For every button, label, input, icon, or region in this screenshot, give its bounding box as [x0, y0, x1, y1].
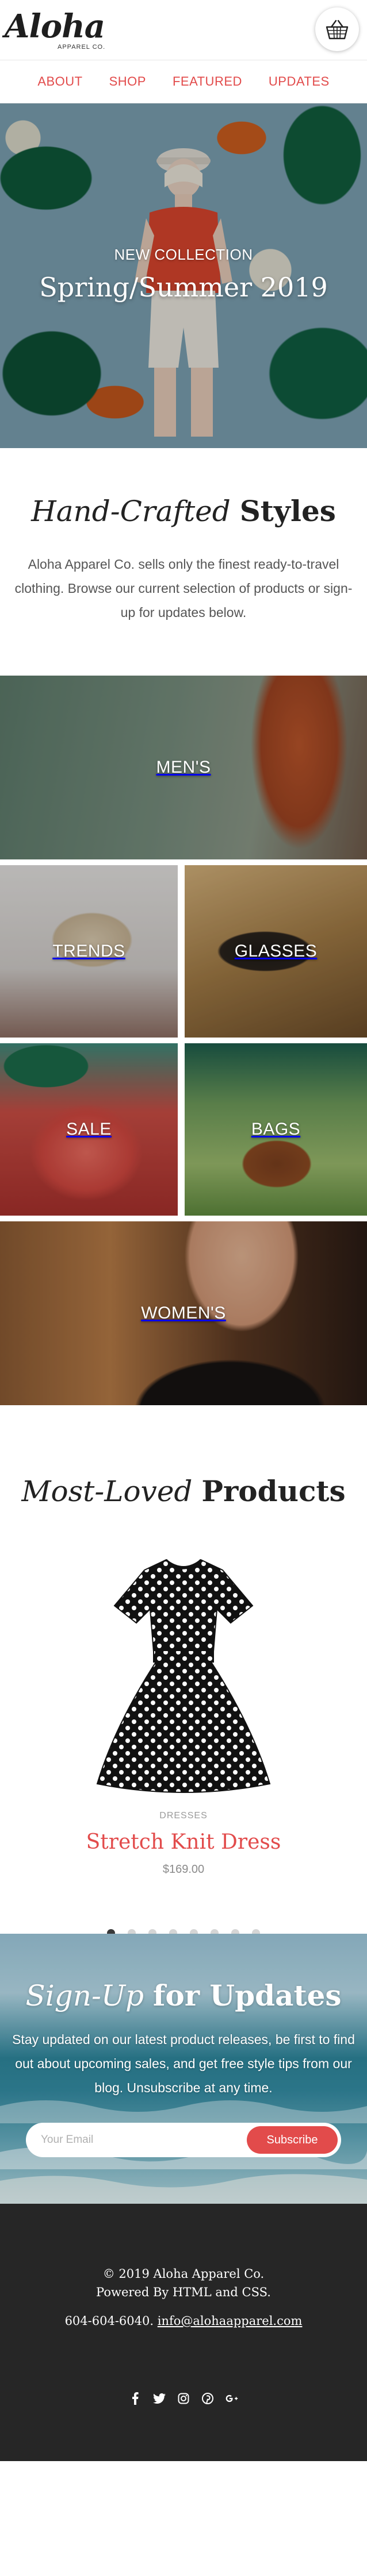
category-tile-glasses[interactable]: GLASSES: [185, 865, 367, 1038]
brand-logo[interactable]: Aloha APPAREL CO.: [5, 9, 120, 55]
basket-icon: [326, 20, 349, 40]
category-tile-mens[interactable]: MEN'S: [0, 676, 367, 859]
product-name[interactable]: Stretch Knit Dress: [0, 1830, 367, 1854]
signup-heading-bold: for Updates: [152, 1979, 342, 2012]
signup-section: Sign-Up for Updates Stay updated on our …: [0, 1934, 367, 2204]
category-label-trends: TRENDS: [52, 942, 125, 961]
hero-kicker: NEW COLLECTION: [114, 246, 253, 263]
products-heading-italic: Most-Loved: [21, 1475, 193, 1508]
category-tile-womens[interactable]: WOMEN'S: [0, 1221, 367, 1405]
dress-image: [96, 1559, 271, 1793]
hero-caption: NEW COLLECTION Spring/Summer 2019: [0, 246, 367, 303]
social-links: [0, 2392, 367, 2405]
intro-heading: Hand-Crafted Styles: [0, 494, 367, 528]
nav-item-about[interactable]: ABOUT: [37, 74, 82, 89]
intro-heading-bold: Styles: [239, 494, 336, 528]
intro-heading-italic: Hand-Crafted: [31, 495, 231, 528]
products-section: Most-Loved Products DRESSES Stretch Knit…: [0, 1422, 367, 1937]
facebook-icon[interactable]: [129, 2392, 142, 2405]
footer-contact: 604-604-6040. info@alohaapparel.com: [0, 2314, 367, 2328]
category-tile-bags[interactable]: BAGS: [185, 1043, 367, 1216]
intro-section: Hand-Crafted Styles Aloha Apparel Co. se…: [0, 448, 367, 676]
product-category: DRESSES: [159, 1811, 208, 1821]
hero-title: Spring/Summer 2019: [39, 272, 328, 303]
footer-email-link[interactable]: info@alohaapparel.com: [158, 2314, 303, 2328]
product-price: $169.00: [162, 1863, 205, 1876]
signup-heading: Sign-Up for Updates: [0, 1979, 367, 2012]
twitter-icon[interactable]: [153, 2392, 166, 2405]
footer-powered: Powered By HTML and CSS.: [96, 2285, 271, 2299]
category-label-womens: WOMEN'S: [141, 1304, 226, 1322]
site-footer: © 2019 Aloha Apparel Co. Powered By HTML…: [0, 2204, 367, 2461]
nav-item-updates[interactable]: UPDATES: [269, 74, 330, 89]
main-nav: ABOUT SHOP FEATURED UPDATES: [0, 60, 367, 103]
nav-item-shop[interactable]: SHOP: [109, 74, 146, 89]
category-grid: MEN'S TRENDS GLASSES SALE BAGS WOMEN'S: [0, 676, 367, 1422]
products-heading: Most-Loved Products: [0, 1474, 367, 1508]
category-label-mens: MEN'S: [156, 758, 211, 777]
footer-phone: 604-604-6040.: [64, 2314, 154, 2328]
brand-tagline: APPAREL CO.: [58, 44, 106, 51]
subscribe-button[interactable]: Subscribe: [247, 2126, 338, 2154]
instagram-icon[interactable]: [177, 2392, 190, 2405]
cart-button[interactable]: [315, 7, 359, 51]
category-tile-trends[interactable]: TRENDS: [0, 865, 178, 1038]
nav-item-featured[interactable]: FEATURED: [173, 74, 242, 89]
category-label-bags: BAGS: [251, 1120, 301, 1139]
category-label-sale: SALE: [66, 1120, 112, 1139]
signup-content: Sign-Up for Updates Stay updated on our …: [0, 1934, 367, 2157]
site-header: Aloha APPAREL CO.: [0, 0, 367, 60]
products-heading-bold: Products: [201, 1474, 346, 1508]
signup-form: Subscribe: [26, 2123, 341, 2157]
signup-heading-italic: Sign-Up: [25, 1979, 144, 2012]
category-label-glasses: GLASSES: [234, 942, 318, 961]
google-plus-icon[interactable]: [225, 2392, 238, 2405]
category-tile-sale[interactable]: SALE: [0, 1043, 178, 1216]
product-card[interactable]: DRESSES Stretch Knit Dress $169.00: [0, 1508, 367, 1876]
signup-text: Stay updated on our latest product relea…: [12, 2032, 355, 2095]
email-field[interactable]: [41, 2131, 231, 2149]
hero-banner[interactable]: NEW COLLECTION Spring/Summer 2019: [0, 103, 367, 448]
brand-name: Aloha: [5, 7, 105, 45]
intro-text: Aloha Apparel Co. sells only the finest …: [14, 557, 353, 620]
footer-copyright: © 2019 Aloha Apparel Co.: [102, 2267, 265, 2281]
pinterest-icon[interactable]: [201, 2392, 214, 2405]
